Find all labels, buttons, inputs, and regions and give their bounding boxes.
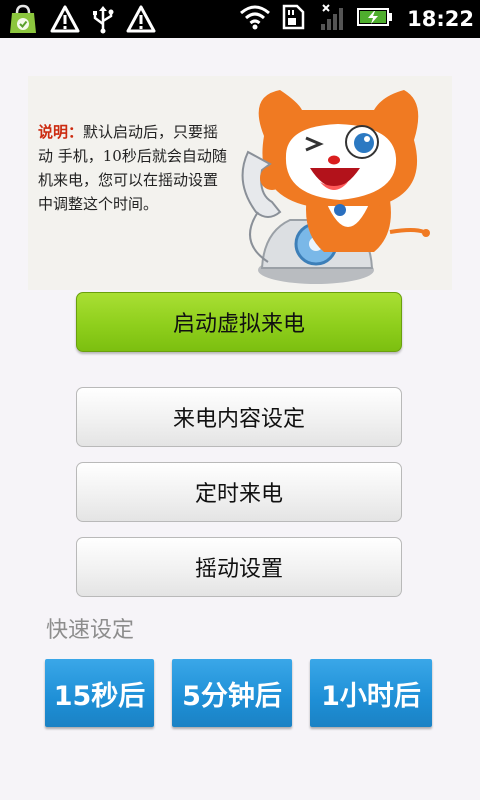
- warning-icon: [50, 4, 80, 38]
- market-bag-icon: [6, 3, 40, 39]
- quick-1-hour-button[interactable]: 1小时后: [310, 659, 432, 727]
- intro-label: 说明：: [38, 123, 84, 141]
- intro-description: 说明：默认启动后，只要摇动 手机，10秒后就会自动随机来电，您可以在摇动设置中调…: [38, 120, 228, 216]
- timed-call-button[interactable]: 定时来电: [76, 462, 402, 522]
- quick-5-minutes-button[interactable]: 5分钟后: [172, 659, 292, 727]
- status-time: 18:22: [407, 7, 474, 31]
- start-virtual-call-button[interactable]: 启动虚拟来电: [76, 292, 402, 352]
- call-content-settings-button[interactable]: 来电内容设定: [76, 387, 402, 447]
- shake-settings-button[interactable]: 摇动设置: [76, 537, 402, 597]
- battery-charging-icon: [357, 6, 393, 32]
- usb-icon: [90, 4, 116, 38]
- wifi-icon: [239, 4, 271, 34]
- sd-card-icon: [281, 3, 307, 35]
- status-bar: 18:22: [0, 0, 480, 38]
- quick-15-seconds-button[interactable]: 15秒后: [45, 659, 154, 727]
- cat-telephone-illustration: [241, 90, 430, 284]
- warning-icon: [126, 4, 156, 38]
- no-signal-icon: [317, 2, 347, 36]
- quick-settings-title: 快速设定: [46, 618, 135, 643]
- intro-banner: 说明：默认启动后，只要摇动 手机，10秒后就会自动随机来电，您可以在摇动设置中调…: [28, 76, 452, 290]
